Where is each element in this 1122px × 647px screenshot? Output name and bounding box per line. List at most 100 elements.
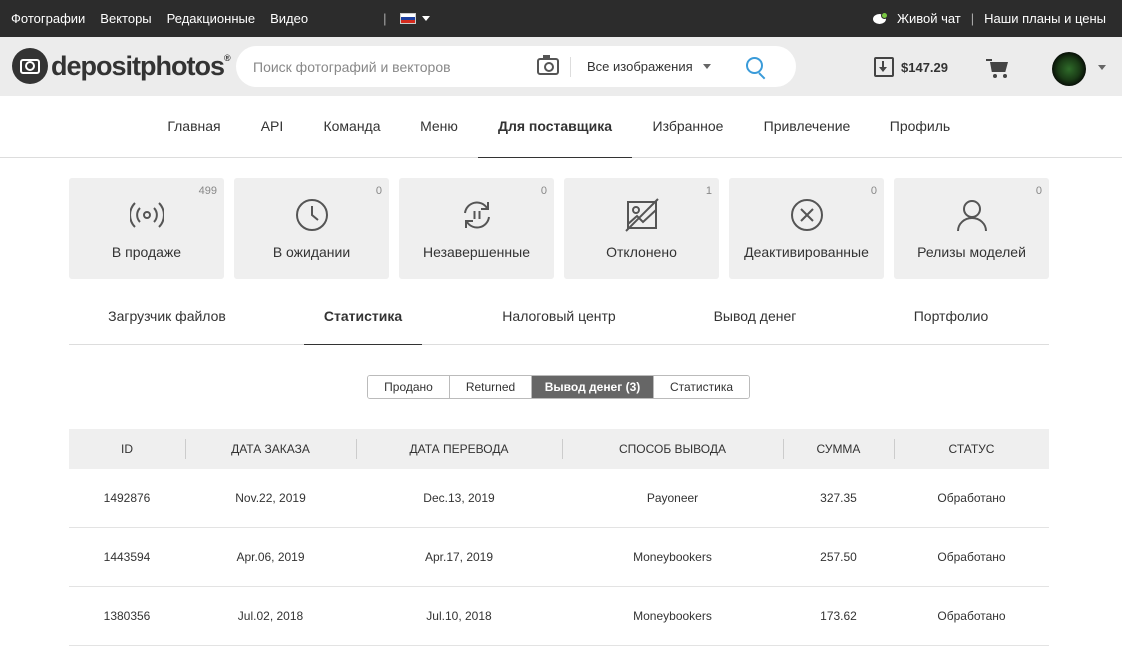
tab-file-uploader[interactable]: Загрузчик файлов xyxy=(93,296,241,345)
cell-status: Обработано xyxy=(937,609,1006,623)
nav-item-referral[interactable]: Привлечение xyxy=(752,96,862,158)
nav-item-favorites[interactable]: Избранное xyxy=(640,96,736,158)
nav-item-menu[interactable]: Меню xyxy=(408,96,470,158)
sync-pause-icon xyxy=(464,201,490,229)
segment-sold[interactable]: Продано xyxy=(368,376,450,398)
cell-id: 1380356 xyxy=(103,609,151,623)
card-pending[interactable]: 0 В ожидании xyxy=(234,178,389,279)
nav-item-api[interactable]: API xyxy=(249,96,295,158)
top-right-separator: | xyxy=(970,11,975,26)
user-icon xyxy=(957,200,987,232)
chevron-down-icon[interactable] xyxy=(1098,65,1106,70)
column-header-status: Статус xyxy=(948,442,995,456)
plans-link[interactable]: Наши планы и цены xyxy=(984,11,1106,26)
chat-icon xyxy=(872,11,891,26)
card-unfinished[interactable]: 0 Незавершенные xyxy=(399,178,554,279)
cell-amount: 173.62 xyxy=(820,609,857,623)
cell-method: Payoneer xyxy=(646,491,699,505)
cell-order-date: Apr.06, 2019 xyxy=(236,550,305,564)
tab-withdraw[interactable]: Вывод денег xyxy=(694,296,816,345)
balance-amount: $147.29 xyxy=(901,59,948,75)
cell-status: Обработано xyxy=(937,491,1006,505)
card-count: 0 xyxy=(1035,185,1042,197)
cart-icon[interactable] xyxy=(986,59,1010,79)
search-divider xyxy=(570,57,571,77)
cell-transfer-date: Dec.13, 2019 xyxy=(423,491,495,505)
withdrawals-table: ID Дата заказа Дата перевода Способ выво… xyxy=(69,429,1049,646)
tab-statistics[interactable]: Статистика xyxy=(304,296,422,345)
logo[interactable]: depositphotos® xyxy=(12,48,231,84)
column-header-method: Способ вывода xyxy=(618,442,726,456)
language-selector[interactable] xyxy=(400,13,431,24)
cell-transfer-date: Apr.17, 2019 xyxy=(424,550,494,564)
card-on-sale[interactable]: 499 В продаже xyxy=(69,178,224,279)
top-bar: Фотографии Векторы Редакционные Видео | … xyxy=(0,0,1122,37)
broadcast-icon xyxy=(130,202,164,228)
card-count: 0 xyxy=(540,185,547,197)
tab-tax-center[interactable]: Налоговый центр xyxy=(484,296,634,345)
column-header-transfer-date: Дата перевода xyxy=(409,442,509,456)
column-header-order-date: Дата заказа xyxy=(231,442,310,456)
segment-withdrawals[interactable]: Вывод денег (3) xyxy=(532,376,654,398)
logo-text: depositphotos® xyxy=(51,50,231,81)
card-label: В продаже xyxy=(111,244,182,260)
camera-logo-icon xyxy=(12,48,48,84)
contributor-tabs: Загрузчик файлов Статистика Налоговый це… xyxy=(69,296,1049,345)
table-header: ID Дата заказа Дата перевода Способ выво… xyxy=(69,429,1049,469)
card-count: 499 xyxy=(198,185,217,197)
main-nav: Главная API Команда Меню Для поставщика … xyxy=(0,96,1122,158)
live-chat-link[interactable]: Живой чат xyxy=(897,11,961,26)
column-header-id: ID xyxy=(121,442,133,456)
top-link-editorial[interactable]: Редакционные xyxy=(167,11,255,26)
chevron-down-icon xyxy=(702,64,711,69)
table-row: 1492876 Nov.22, 2019 Dec.13, 2019 Payone… xyxy=(69,469,1049,528)
avatar[interactable] xyxy=(1052,52,1086,86)
cell-id: 1492876 xyxy=(103,491,151,505)
close-circle-icon xyxy=(791,199,823,231)
segment-returned[interactable]: Returned xyxy=(450,376,532,398)
search-input[interactable] xyxy=(253,46,523,87)
search-icon[interactable] xyxy=(744,55,768,80)
card-count: 0 xyxy=(870,185,877,197)
card-label: Релизы моделей xyxy=(917,244,1026,260)
top-links: Фотографии Векторы Редакционные Видео | xyxy=(11,0,431,37)
top-right-links: Живой чат | Наши планы и цены xyxy=(872,0,1106,37)
card-rejected[interactable]: 1 Отклонено xyxy=(564,178,719,279)
top-link-photos[interactable]: Фотографии xyxy=(11,11,85,26)
cell-amount: 257.50 xyxy=(820,550,857,564)
card-deactivated[interactable]: 0 Деактивированные xyxy=(729,178,884,279)
cell-method: Moneybookers xyxy=(633,550,712,564)
rejected-image-icon xyxy=(625,198,659,232)
table-row: 1380356 Jul.02, 2018 Jul.10, 2018 Moneyb… xyxy=(69,587,1049,646)
balance-button[interactable]: $147.29 xyxy=(874,57,948,77)
image-type-label: Все изображения xyxy=(587,59,693,74)
segment-statistics[interactable]: Статистика xyxy=(654,376,749,398)
cell-method: Moneybookers xyxy=(633,609,712,623)
card-count: 1 xyxy=(705,185,712,197)
stats-segmented-control: Продано Returned Вывод денег (3) Статист… xyxy=(367,375,750,399)
top-link-video[interactable]: Видео xyxy=(270,11,308,26)
camera-search-icon[interactable] xyxy=(537,55,559,75)
nav-item-profile[interactable]: Профиль xyxy=(878,96,962,158)
top-separator: | xyxy=(383,11,387,26)
table-row: 1443594 Apr.06, 2019 Apr.17, 2019 Moneyb… xyxy=(69,528,1049,587)
card-model-releases[interactable]: 0 Релизы моделей xyxy=(894,178,1049,279)
nav-item-team[interactable]: Команда xyxy=(312,96,392,158)
card-label: Деактивированные xyxy=(744,244,869,260)
card-label: В ожидании xyxy=(272,244,351,260)
download-icon xyxy=(874,57,894,77)
clock-icon xyxy=(296,199,328,231)
image-type-dropdown[interactable]: Все изображения xyxy=(587,46,711,87)
tab-portfolio[interactable]: Портфолио xyxy=(891,296,1011,345)
cell-order-date: Jul.02, 2018 xyxy=(237,609,304,623)
search-bar: Все изображения xyxy=(236,46,796,87)
cell-amount: 327.35 xyxy=(820,491,857,505)
cell-transfer-date: Jul.10, 2018 xyxy=(426,609,492,623)
nav-item-contributor[interactable]: Для поставщика xyxy=(478,96,632,158)
nav-item-home[interactable]: Главная xyxy=(155,96,233,158)
top-link-vectors[interactable]: Векторы xyxy=(100,11,151,26)
card-label: Отклонено xyxy=(606,244,677,260)
cell-id: 1443594 xyxy=(103,550,151,564)
header: depositphotos® Все изображения $147.29 xyxy=(0,37,1122,96)
column-header-amount: Сумма xyxy=(816,442,861,456)
